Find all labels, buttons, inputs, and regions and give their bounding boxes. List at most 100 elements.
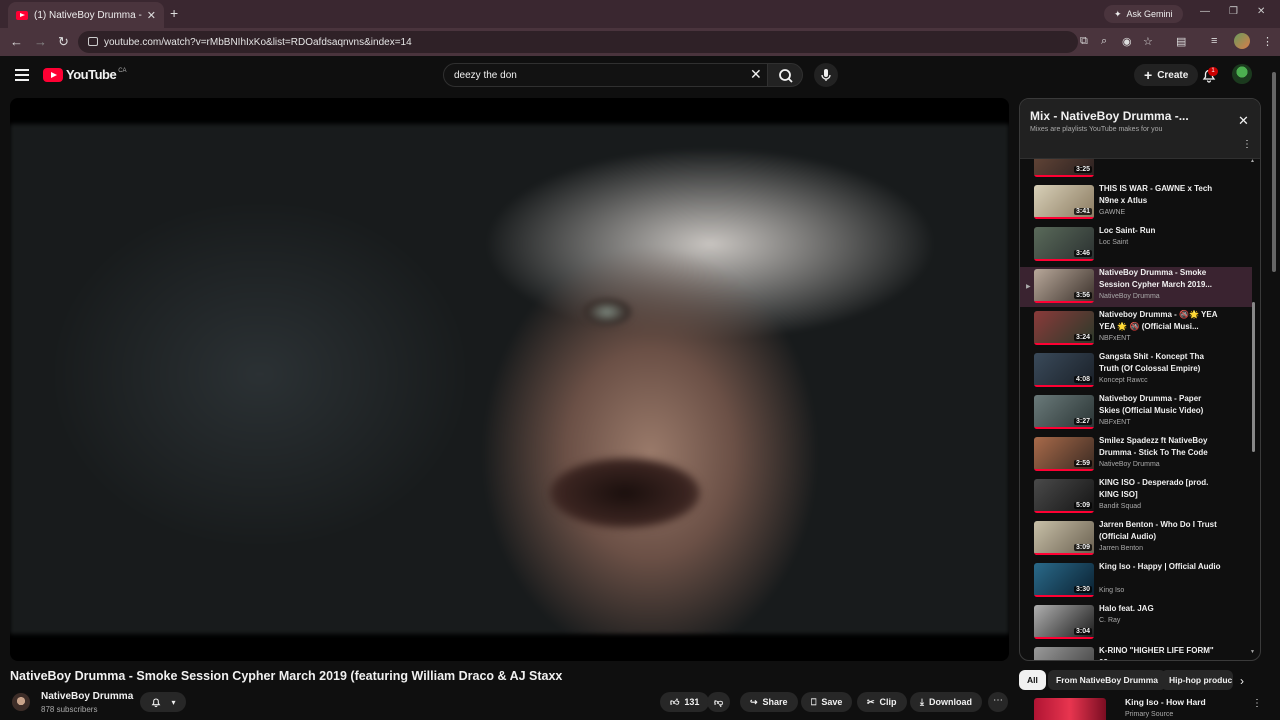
voice-search-button[interactable] [814,63,838,87]
playlist-item[interactable]: 3:09 Jarren Benton - Who Do I Trust (Offi… [1020,519,1252,559]
playlist-item[interactable]: 3:46 Loc Saint- Run Loc Saint [1020,225,1252,265]
address-bar[interactable]: youtube.com/watch?v=rMbBNIhIxKo&list=RDO… [78,31,1078,53]
chevron-right-icon[interactable]: › [1240,674,1244,688]
search-query: deezy the don [454,69,517,81]
youtube-play-icon [43,67,63,82]
media-control-icon[interactable]: ≡ [1211,35,1217,47]
install-app-icon[interactable]: ⧉ [1080,35,1088,48]
download-label: Download [928,697,972,707]
playlist-item[interactable]: 2:59 Smilez Spadezz ft NativeBoy Drumma -… [1020,435,1252,475]
forward-icon[interactable]: → [34,34,47,49]
browser-menu-icon[interactable]: ⋮ [1262,35,1273,48]
playlist-item-thumbnail[interactable]: 3:56 [1034,269,1094,303]
playlist-item-thumbnail[interactable]: 3:24 [1034,311,1094,345]
chip-all[interactable]: All [1019,670,1046,690]
playlist-item-thumbnail[interactable]: 3:25 [1034,159,1094,177]
page-scrollbar-thumb[interactable] [1272,72,1276,272]
recommendation-title[interactable]: King Iso - How Hard [1125,697,1206,707]
bookmark-star-icon[interactable]: ☆ [1143,35,1153,48]
chip-hip-hop[interactable]: Hip-hop produc [1161,670,1233,690]
playlist-item[interactable]: 3:27 Nativeboy Drumma - Paper Skies (Offi… [1020,393,1252,433]
scrollbar-thumb[interactable] [1252,302,1255,452]
playlist-panel: Mix - NativeBoy Drumma -... Mixes are pl… [1019,98,1261,661]
ask-gemini-button[interactable]: ✦ Ask Gemini [1104,5,1183,23]
restore-icon[interactable]: ❐ [1229,6,1238,17]
playlist-item[interactable]: 5:09 KING ISO - Desperado [prod. KING ISO… [1020,477,1252,517]
playlist-item-thumbnail[interactable]: 3:50 [1034,647,1094,660]
watched-progress-bar [1034,217,1094,219]
save-button[interactable]: ⎕ Save [801,692,853,712]
page-scrollbar[interactable] [1271,62,1277,720]
playlist-item-channel: Jarren Benton [1099,545,1143,552]
playlist-item[interactable]: 3:24 Nativeboy Drumma - 🚳🌟 YEA YEA 🌟 🚳 (O… [1020,309,1252,349]
subscription-bell-button[interactable]: ▾ [140,692,186,712]
playlist-item-thumbnail[interactable]: 4:08 [1034,353,1094,387]
share-icon: ↪ [750,696,758,707]
site-info-icon[interactable] [88,37,98,46]
browser-toolbar: ← → ↻ youtube.com/watch?v=rMbBNIhIxKo&li… [0,28,1280,56]
reload-icon[interactable]: ↻ [58,34,69,50]
tracking-protection-icon[interactable]: ◉ [1122,35,1132,48]
search-input[interactable]: deezy the don [443,63,768,87]
playlist-item-thumbnail[interactable]: 3:09 [1034,521,1094,555]
playlist-item[interactable]: 3:25G-Mo Skee [1020,159,1252,181]
playlist-item-thumbnail[interactable]: 3:30 [1034,563,1094,597]
playlist-item-thumbnail[interactable]: 3:04 [1034,605,1094,639]
zoom-icon[interactable]: ⌕ [1101,35,1107,48]
playlist-item[interactable]: 3:41 THIS IS WAR - GAWNE x Tech N9ne x At… [1020,183,1252,223]
playlist-item-thumbnail[interactable]: 5:09 [1034,479,1094,513]
new-tab-button[interactable]: + [170,5,178,21]
playlist-scrollbar[interactable]: ▲ ▼ [1250,158,1256,655]
scroll-up-icon[interactable]: ▲ [1250,158,1255,164]
playlist-item-title: Jarren Benton - Who Do I Trust (Official… [1099,520,1217,541]
recommendation-thumbnail[interactable] [1034,698,1106,720]
share-label: Share [762,697,788,707]
playlist-item-thumbnail[interactable]: 3:46 [1034,227,1094,261]
browser-tab-bar: (1) NativeBoy Drumma - Sm ✕ + ✦ Ask Gemi… [0,0,1280,28]
playlist-item-title: Nativeboy Drumma - Paper Skies (Official… [1099,394,1204,415]
guide-menu-icon[interactable] [15,69,29,84]
playlist-item-thumbnail[interactable]: 3:27 [1034,395,1094,429]
close-playlist-icon[interactable]: ✕ [1238,113,1249,129]
minimize-icon[interactable]: — [1200,6,1210,17]
now-playing-icon: ▶ [1026,284,1031,290]
playlist-item-title: KING ISO - Desperado [prod. KING ISO] [1099,478,1209,499]
playlist-title[interactable]: Mix - NativeBoy Drumma -... [1030,109,1189,123]
playlist-item-thumbnail[interactable]: 3:41 [1034,185,1094,219]
chip-from-channel[interactable]: From NativeBoy Drumma [1048,670,1167,690]
tab-close-icon[interactable]: ✕ [147,9,156,22]
clear-search-icon[interactable]: ✕ [750,66,762,83]
back-icon[interactable]: ← [10,34,23,49]
create-button[interactable]: + Create [1134,64,1199,86]
playlist-item[interactable]: 3:50 K-RINO "HIGHER LIFE FORM" 09 [1020,645,1252,660]
share-button[interactable]: ↪ Share [740,692,798,712]
watched-progress-bar [1034,469,1094,471]
window-close-icon[interactable]: ✕ [1257,6,1265,17]
playlist-item[interactable]: ▶ 3:56 NativeBoy Drumma - Smoke Session Cy… [1020,267,1252,307]
search-button[interactable] [767,63,803,87]
download-button[interactable]: ⤓ Download [910,692,982,712]
recommendation-menu-icon[interactable]: ⋮ [1252,698,1262,709]
side-panel-icon[interactable]: ▤ [1176,35,1186,48]
channel-name[interactable]: NativeBoy Drumma [41,691,133,702]
dislike-button[interactable]: 👎︎ [707,692,731,712]
channel-avatar[interactable] [12,693,30,711]
playlist-item-channel: C. Ray [1099,617,1121,624]
browser-profile-avatar[interactable] [1234,33,1250,49]
youtube-logo[interactable]: YouTube CA [43,67,127,82]
playlist-menu-icon[interactable]: ⋮ [1242,139,1252,150]
scroll-down-icon[interactable]: ▼ [1250,649,1255,655]
video-frame-detail [582,298,632,326]
browser-tab[interactable]: (1) NativeBoy Drumma - Sm ✕ [8,2,164,28]
video-player[interactable] [10,98,1009,661]
clip-button[interactable]: ✂ Clip [857,692,907,712]
playlist-item-thumbnail[interactable]: 2:59 [1034,437,1094,471]
user-avatar[interactable] [1232,64,1252,84]
playlist-item[interactable]: 3:04 Halo feat. JAG C. Ray [1020,603,1252,643]
like-button[interactable]: 👍︎ 131 [660,692,710,712]
playlist-item[interactable]: 4:08 Gangsta Shit - Koncept Tha Truth (Of… [1020,351,1252,391]
more-actions-button[interactable]: ⋯ [988,692,1008,712]
playlist-item-duration: 3:04 [1073,628,1092,635]
playlist-item-title: THIS IS WAR - GAWNE x Tech N9ne x Atlus [1099,184,1213,205]
playlist-item[interactable]: 3:30 King Iso - Happy | Official Audio Kin… [1020,561,1252,601]
